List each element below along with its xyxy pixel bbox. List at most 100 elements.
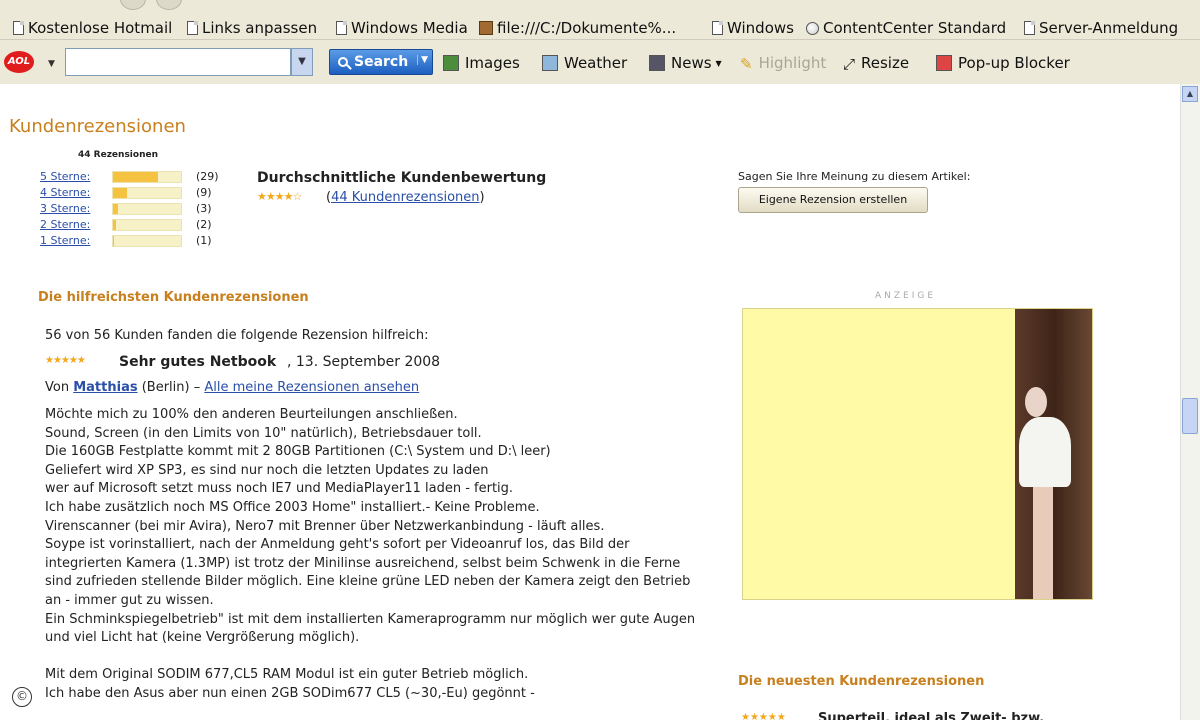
link-windows[interactable]: Windows — [712, 19, 794, 37]
link-file-dokumente[interactable]: file:///C:/Dokumente%... — [479, 19, 676, 37]
stop-icon[interactable] — [156, 0, 182, 10]
rating-row-link[interactable]: 4 Sterne: — [40, 186, 90, 199]
newest-review-teaser[interactable]: Superteil, ideal als Zweit- bzw. — [818, 711, 1044, 720]
rating-row-bar — [112, 203, 182, 215]
review-stars-icon: ★★★★★ — [45, 355, 86, 366]
images-label: Images — [465, 54, 520, 72]
rating-row-fill — [113, 236, 115, 246]
rating-row-count: (29) — [196, 170, 219, 183]
review-helpful-count: 56 von 56 Kunden fanden die folgende Rez… — [45, 328, 429, 343]
review-body: Möchte mich zu 100% den anderen Beurteil… — [45, 406, 705, 720]
all-reviews-link[interactable]: Alle meine Rezensionen ansehen — [204, 380, 419, 395]
rating-row-count: (2) — [196, 218, 212, 231]
rating-row-count: (3) — [196, 202, 212, 215]
rating-row-fill — [113, 188, 127, 198]
images-button[interactable]: Images — [443, 54, 520, 72]
weather-label: Weather — [564, 54, 628, 72]
rating-row-bar — [112, 235, 182, 247]
popup-blocker-icon — [936, 55, 952, 71]
weather-button[interactable]: Weather — [542, 54, 627, 72]
link-windows-media[interactable]: Windows Media — [336, 19, 468, 37]
rating-row-link[interactable]: 1 Sterne: — [40, 234, 90, 247]
rating-row: 5 Sterne: (29) — [40, 170, 220, 184]
news-icon — [649, 55, 665, 71]
chevron-down-icon: ▼ — [715, 58, 722, 68]
link-label: Links anpassen — [202, 19, 318, 37]
resize-button[interactable]: ⤢ Resize — [843, 54, 910, 73]
link-links-anpassen[interactable]: Links anpassen — [187, 19, 317, 37]
ad-label: ANZEIGE — [875, 291, 937, 301]
rating-row-link[interactable]: 2 Sterne: — [40, 218, 90, 231]
write-review-button[interactable]: Eigene Rezension erstellen — [738, 187, 928, 213]
rating-row-link[interactable]: 3 Sterne: — [40, 202, 90, 215]
link-server-anmeldung[interactable]: Server-Anmeldung — [1024, 19, 1178, 37]
rating-row-count: (1) — [196, 234, 212, 247]
resize-icon: ⤢ — [843, 55, 856, 73]
review-paragraph: Möchte mich zu 100% den anderen Beurteil… — [45, 407, 696, 646]
link-label: Windows Media — [351, 19, 468, 37]
ad-photo — [1015, 309, 1092, 599]
search-button-label: Search — [354, 54, 409, 70]
by-label: Von — [45, 380, 70, 395]
page-icon — [1024, 21, 1035, 35]
page-icon — [13, 21, 24, 35]
rating-row-fill — [113, 172, 158, 182]
rating-row: 1 Sterne: (1) — [40, 234, 220, 248]
review-title: Sehr gutes Netbook — [119, 354, 277, 370]
globe-icon — [806, 21, 819, 35]
rating-row: 2 Sterne: (2) — [40, 218, 220, 232]
review-date: , 13. September 2008 — [287, 354, 441, 370]
link-label: Kostenlose Hotmail — [28, 19, 173, 37]
helpful-reviews-heading: Die hilfreichsten Kundenrezensionen — [38, 290, 309, 305]
link-contentcenter-standard[interactable]: ContentCenter Standard — [806, 19, 1006, 37]
rating-row-fill — [113, 204, 118, 214]
scroll-thumb[interactable] — [1182, 398, 1198, 434]
copyright-watermark-icon: © — [12, 687, 32, 707]
customer-reviews-link[interactable]: 44 Kundenrezensionen — [331, 190, 479, 205]
rating-row-bar — [112, 219, 182, 231]
app-icon — [479, 21, 493, 35]
images-icon — [443, 55, 459, 71]
rating-row-bar — [112, 171, 182, 183]
search-input[interactable] — [65, 48, 291, 76]
search-history-dropdown-icon[interactable]: ▼ — [291, 48, 313, 76]
opinion-label: Sagen Sie Ihre Meinung zu diesem Artikel… — [738, 170, 971, 183]
aol-logo-icon[interactable]: AOL — [4, 51, 34, 73]
paren-close: ) — [479, 190, 485, 205]
review-author-link[interactable]: Matthias — [73, 380, 137, 395]
search-button[interactable]: Search ▼ — [329, 49, 433, 75]
link-label: file:///C:/Dokumente%... — [497, 19, 677, 37]
magnifier-icon — [338, 57, 348, 67]
review-location: (Berlin) – — [141, 380, 201, 395]
news-button[interactable]: News ▼ — [649, 54, 722, 72]
rating-row-fill — [113, 220, 117, 230]
rating-row-count: (9) — [196, 186, 212, 199]
rating-row-link[interactable]: 5 Sterne: — [40, 170, 90, 183]
link-label: Server-Anmeldung — [1039, 19, 1179, 37]
average-link-wrap: (44 Kundenrezensionen) — [326, 190, 485, 205]
scroll-up-icon[interactable]: ▲ — [1182, 86, 1198, 102]
link-kostenlose-hotmail[interactable]: Kostenlose Hotmail — [13, 19, 172, 37]
newest-review-stars-icon: ★★★★★ — [741, 712, 786, 720]
average-rating-label: Durchschnittliche Kundenbewertung — [257, 170, 547, 186]
forward-icon[interactable] — [120, 0, 146, 10]
page-icon — [336, 21, 347, 35]
highlight-label: Highlight — [758, 54, 827, 72]
weather-icon — [542, 55, 558, 71]
resize-label: Resize — [861, 54, 910, 72]
news-label: News — [671, 54, 712, 72]
popup-blocker-button[interactable]: Pop-up Blocker — [936, 54, 1070, 72]
page-title: Kundenrezensionen — [9, 116, 186, 137]
link-label: ContentCenter Standard — [823, 19, 1007, 37]
ad-banner[interactable] — [742, 308, 1093, 600]
highlight-button[interactable]: ✎ Highlight — [740, 54, 827, 73]
link-label: Windows — [727, 19, 794, 37]
chevron-down-icon[interactable]: ▼ — [417, 55, 428, 65]
review-paragraph: Mit dem Original SODIM 677,CL5 RAM Modul… — [45, 667, 535, 701]
rating-row-bar — [112, 187, 182, 199]
highlighter-icon: ✎ — [740, 55, 753, 73]
newest-reviews-heading: Die neuesten Kundenrezensionen — [738, 674, 985, 689]
logo-dropdown-icon[interactable]: ▼ — [48, 59, 55, 69]
rating-total-label: 44 Rezensionen — [78, 150, 158, 160]
popup-blocker-label: Pop-up Blocker — [958, 54, 1070, 72]
